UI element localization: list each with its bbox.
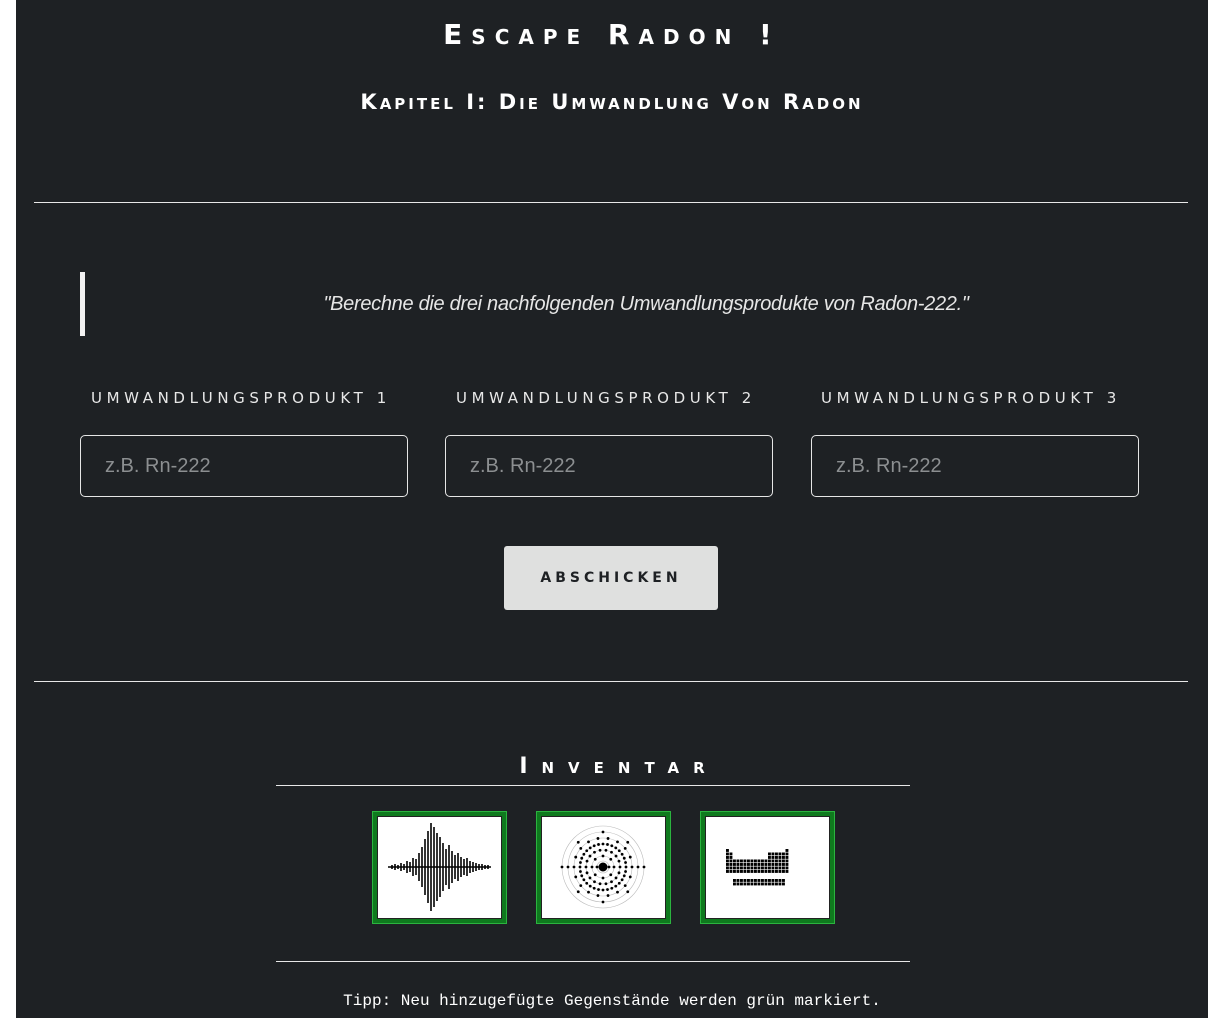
waveform-icon bbox=[388, 823, 491, 911]
product-input-2[interactable] bbox=[445, 435, 773, 497]
chapter-title: Kapitel I: Die Umwandlung Von Radon bbox=[360, 90, 864, 114]
divider-top bbox=[34, 202, 1188, 203]
inventory-item-waveform[interactable] bbox=[372, 811, 507, 924]
inventory-item-periodic-table[interactable] bbox=[700, 811, 835, 924]
task-quote: "Berechne die drei nachfolgenden Umwandl… bbox=[323, 293, 969, 315]
field-label-3: UMWANDLUNGSPRODUKT 3 bbox=[821, 389, 1121, 407]
inventory-divider-bottom bbox=[276, 961, 910, 962]
inventory-divider-top bbox=[276, 785, 910, 786]
product-input-3[interactable] bbox=[811, 435, 1139, 497]
page-title: Escape Radon ! bbox=[443, 18, 781, 51]
atom-shell-icon bbox=[560, 825, 646, 909]
periodic-table-icon bbox=[726, 849, 789, 886]
divider-middle bbox=[34, 681, 1188, 682]
submit-button[interactable]: ABSCHICKEN bbox=[504, 546, 718, 610]
game-page: Escape Radon ! Kapitel I: Die Umwandlung… bbox=[16, 0, 1208, 1018]
field-label-1: UMWANDLUNGSPRODUKT 1 bbox=[91, 389, 391, 407]
product-input-1[interactable] bbox=[80, 435, 408, 497]
field-label-2: UMWANDLUNGSPRODUKT 2 bbox=[456, 389, 756, 407]
tip-text: Tipp: Neu hinzugefügte Gegenstände werde… bbox=[343, 992, 881, 1010]
inventory-item-atom[interactable] bbox=[536, 811, 671, 924]
quote-bar bbox=[80, 272, 85, 336]
inventory-title: Inventar bbox=[519, 754, 719, 779]
